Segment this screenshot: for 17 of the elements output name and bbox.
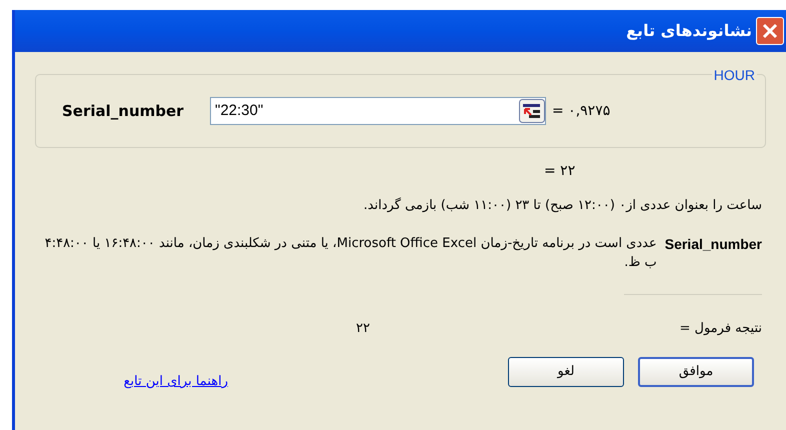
dialog-button[interactable]: لغو — [508, 356, 624, 387]
help-link[interactable]: راهنما برای این تابع — [124, 372, 228, 392]
argument-help-text: عددی است در برنامه تاریخ-زمان Microsoft Office Excel، یا متنی در شکلبندی زمان، مانند ۱۶:۴۸:۰۰ یا ۴:۴۸:۰۰ ب ظ. — [44, 234, 657, 272]
close-icon — [762, 23, 778, 39]
argument-label: Serial_number — [62, 100, 185, 122]
formula-result-label: نتیجه فرمول = — [678, 320, 762, 338]
function-description: ساعت را بعنوان عددی از۰ (۱۲:۰۰ صبح) تا ۲۳ (۱۱:۰۰ شب) بازمی گرداند. — [362, 196, 763, 215]
input-value: "22:30" — [215, 100, 264, 121]
dialog-button[interactable]: موافق — [638, 356, 754, 387]
window-title: نشانوندهای تابع — [626, 20, 752, 42]
close-button[interactable] — [756, 17, 784, 45]
formula-preview: = ۲۲ — [544, 163, 576, 179]
collapse-dialog-icon[interactable] — [519, 99, 545, 123]
formula-result-value: ۲۲ — [356, 320, 370, 338]
argument-result: = ۰,۹۲۷۵ — [552, 102, 610, 120]
argument-name: Serial_number — [664, 234, 762, 254]
argument-input[interactable]: "22:30" — [210, 97, 546, 125]
